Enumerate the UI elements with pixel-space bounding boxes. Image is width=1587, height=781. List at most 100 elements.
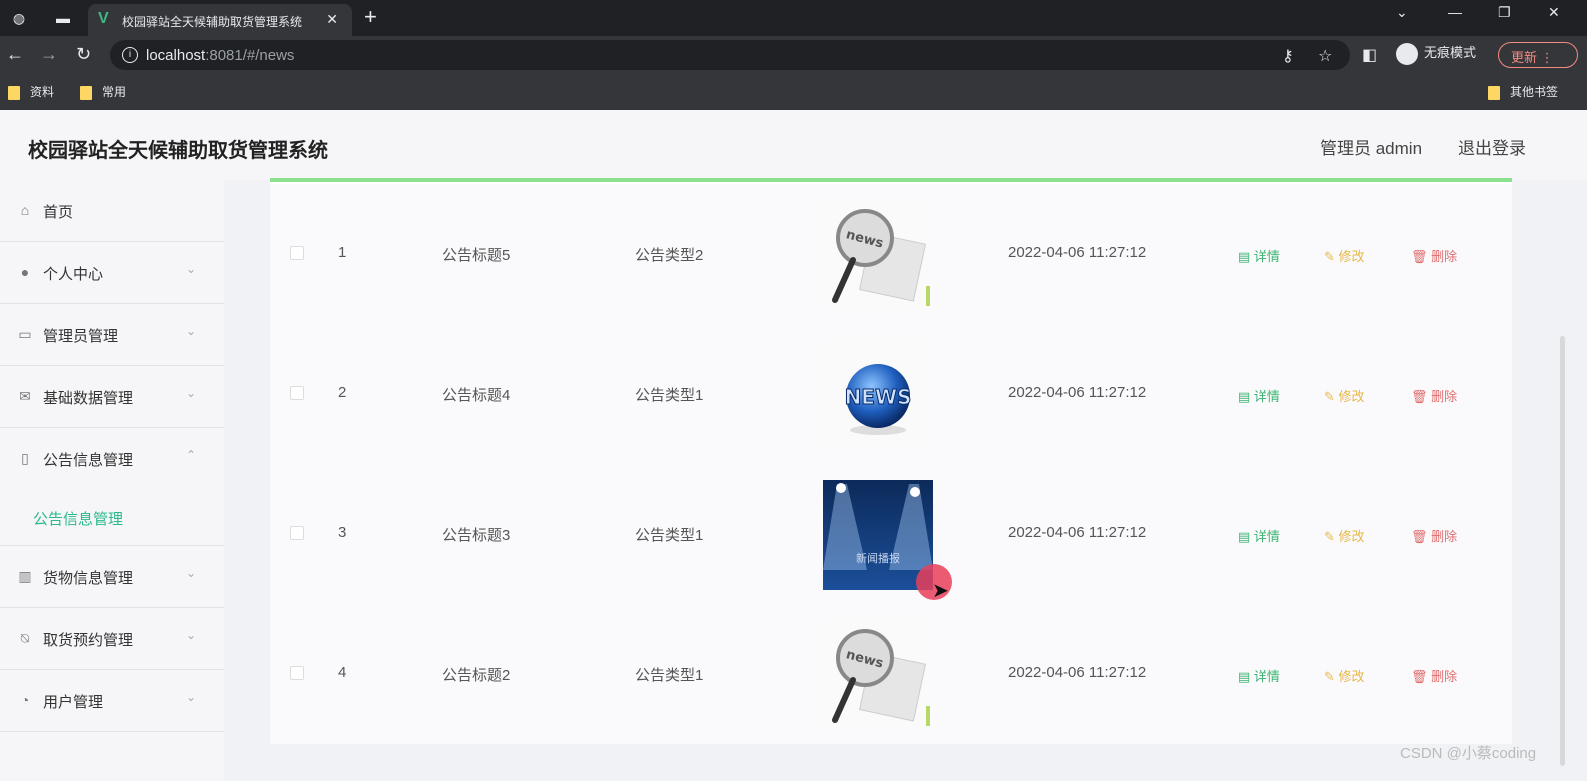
sidebar-item-admin[interactable]: ▭ 管理员管理 ⌄ (0, 304, 224, 366)
row-title: 公告标题5 (442, 247, 511, 264)
row-type: 公告类型1 (635, 667, 704, 684)
news-image[interactable]: news (823, 620, 933, 730)
other-bookmarks[interactable]: 其他书签 (1488, 83, 1558, 100)
sidebar-item-profile[interactable]: ● 个人中心 ⌄ (0, 242, 224, 304)
chevron-down-icon: ⌄ (186, 690, 197, 704)
bell-off-icon: ⍉ (20, 630, 30, 646)
chevron-up-icon: ⌃ (186, 448, 197, 462)
app-header: 校园驿站全天候辅助取货管理系统 管理员 admin 退出登录 (0, 110, 1587, 180)
user-icon: ● (20, 264, 30, 280)
home-icon: ⌂ (20, 202, 30, 218)
vue-logo-icon: V (98, 10, 109, 27)
news-image[interactable]: news (823, 200, 933, 310)
bookmark-folder-changyong[interactable]: 常用 (80, 83, 126, 100)
sidebar-item-label: 个人中心 (43, 266, 104, 283)
restore-icon[interactable]: ❐ (1498, 4, 1511, 21)
delete-button[interactable]: 🗑 删除 (1411, 386, 1457, 405)
detail-button[interactable]: ▤ 详情 (1238, 246, 1280, 265)
browser-tabbar: ◍ ▬ V 校园驿站全天候辅助取货管理系统 ✕ + ⌄ — ❐ ✕ (0, 0, 1587, 36)
close-window-icon[interactable]: ✕ (1548, 4, 1560, 21)
sidebar-item-label: 货物信息管理 (43, 570, 134, 587)
folder-icon (1488, 85, 1500, 100)
detail-button[interactable]: ▤ 详情 (1238, 386, 1280, 405)
minimize-icon[interactable]: — (1448, 4, 1462, 20)
sidebar-item-pickup[interactable]: ⍉ 取货预约管理 ⌄ (0, 608, 224, 670)
row-time: 2022-04-06 11:27:12 (1008, 524, 1147, 541)
detail-button[interactable]: ▤ 详情 (1238, 526, 1280, 545)
edit-button[interactable]: ✎ 修改 (1324, 526, 1365, 545)
table-row: 2 公告标题4 公告类型1 NEWS 2022-04-06 11:27:12 ▤… (270, 324, 1512, 464)
sidebar-item-label: 基础数据管理 (43, 390, 134, 407)
browser-toolbar: ← → ↻ i localhost:8081/#/news ⚷ ☆ ◧ 无痕模式… (0, 36, 1587, 74)
chevron-down-icon: ⌄ (186, 324, 197, 338)
table-row: 3 公告标题3 公告类型1 新闻播报 2022-04-06 11:27:12 ▤ (270, 464, 1512, 604)
sidebar-item-users[interactable]: ◔ 用户管理 ⌄ (0, 670, 224, 732)
row-type: 公告类型2 (635, 247, 704, 264)
row-checkbox[interactable] (290, 246, 304, 260)
edit-button[interactable]: ✎ 修改 (1324, 386, 1365, 405)
news-table: 1 公告标题5 公告类型2 news 2022-04-06 11:27:12 ▤… (270, 178, 1512, 744)
sidebar-item-label: 公告信息管理 (43, 452, 134, 469)
microphone-icon: ▯ (21, 450, 29, 466)
logout-button[interactable]: 退出登录 (1458, 134, 1526, 159)
row-index: 2 (338, 384, 347, 401)
row-type: 公告类型1 (635, 387, 704, 404)
key-icon[interactable]: ⚷ (1282, 46, 1294, 66)
delete-button[interactable]: 🗑 删除 (1411, 526, 1457, 545)
page-scrollbar[interactable] (1560, 336, 1565, 766)
row-checkbox[interactable] (290, 386, 304, 400)
chat-icon: ▭ (18, 326, 32, 342)
incognito-indicator[interactable]: 无痕模式 (1396, 42, 1476, 65)
news-image[interactable]: 新闻播报 (823, 480, 933, 590)
reload-icon[interactable]: ↻ (76, 44, 91, 65)
news-image[interactable]: NEWS (823, 340, 933, 450)
delete-button[interactable]: 🗑 删除 (1411, 666, 1457, 685)
compass-icon: ◔ (20, 692, 30, 708)
update-button[interactable]: 更新 ⋮ (1498, 42, 1578, 68)
sidebar-item-label: 首页 (43, 204, 74, 221)
chevron-down-icon: ⌄ (186, 628, 197, 642)
tab-title: 校园驿站全天候辅助取货管理系统 (122, 15, 303, 29)
sidebar-subitem-label: 公告信息管理 (33, 511, 124, 528)
sidebar-item-notice[interactable]: ▯ 公告信息管理 ⌃ (0, 428, 224, 490)
sidebar: ⌂ 首页 ● 个人中心 ⌄ ▭ 管理员管理 ⌄ ✉ 基础数据管理 ⌄ ▯ 公告信… (0, 180, 224, 781)
globe-icon[interactable]: ◍ (10, 9, 28, 27)
mail-icon: ✉ (19, 388, 31, 404)
tab-overview-icon[interactable]: ▬ (54, 9, 72, 27)
chevron-down-icon: ⌄ (186, 262, 197, 276)
sidebar-item-label: 管理员管理 (43, 328, 119, 345)
chevron-down-icon: ⌄ (186, 566, 197, 580)
sidebar-item-goods[interactable]: ▥ 货物信息管理 ⌄ (0, 546, 224, 608)
sidebar-item-label: 取货预约管理 (43, 632, 134, 649)
row-checkbox[interactable] (290, 526, 304, 540)
row-title: 公告标题3 (442, 527, 511, 544)
delete-button[interactable]: 🗑 删除 (1411, 246, 1457, 265)
row-type: 公告类型1 (635, 527, 704, 544)
sidebar-item-home[interactable]: ⌂ 首页 (0, 180, 224, 242)
watermark: CSDN @小蔡coding (1400, 745, 1537, 762)
row-title: 公告标题4 (442, 387, 511, 404)
sidebar-subitem-notice[interactable]: 公告信息管理 (0, 490, 224, 546)
forward-icon[interactable]: → (40, 44, 58, 65)
back-icon[interactable]: ← (6, 44, 24, 65)
close-tab-icon[interactable]: ✕ (326, 11, 338, 28)
table-header-line (270, 178, 1512, 182)
current-user: 管理员 admin (1320, 139, 1423, 158)
new-tab-icon[interactable]: + (364, 4, 377, 30)
bookmark-folder-ziliao[interactable]: 资料 (8, 83, 54, 100)
chevron-down-icon: ⌄ (186, 386, 197, 400)
edit-button[interactable]: ✎ 修改 (1324, 666, 1365, 685)
row-index: 4 (338, 664, 347, 681)
browser-tab[interactable]: V 校园驿站全天候辅助取货管理系统 ✕ (88, 4, 352, 36)
edit-button[interactable]: ✎ 修改 (1324, 246, 1365, 265)
info-icon[interactable]: i (122, 47, 138, 63)
tab-search-icon[interactable]: ⌄ (1396, 4, 1408, 21)
address-bar[interactable]: i localhost:8081/#/news ⚷ ☆ (110, 40, 1350, 70)
detail-button[interactable]: ▤ 详情 (1238, 666, 1280, 685)
bookmark-star-icon[interactable]: ☆ (1318, 46, 1332, 66)
sidebar-item-base-data[interactable]: ✉ 基础数据管理 ⌄ (0, 366, 224, 428)
box-icon: ▥ (18, 568, 32, 584)
row-checkbox[interactable] (290, 666, 304, 680)
side-panel-icon[interactable]: ◧ (1362, 45, 1377, 65)
app-title: 校园驿站全天候辅助取货管理系统 (28, 140, 328, 162)
